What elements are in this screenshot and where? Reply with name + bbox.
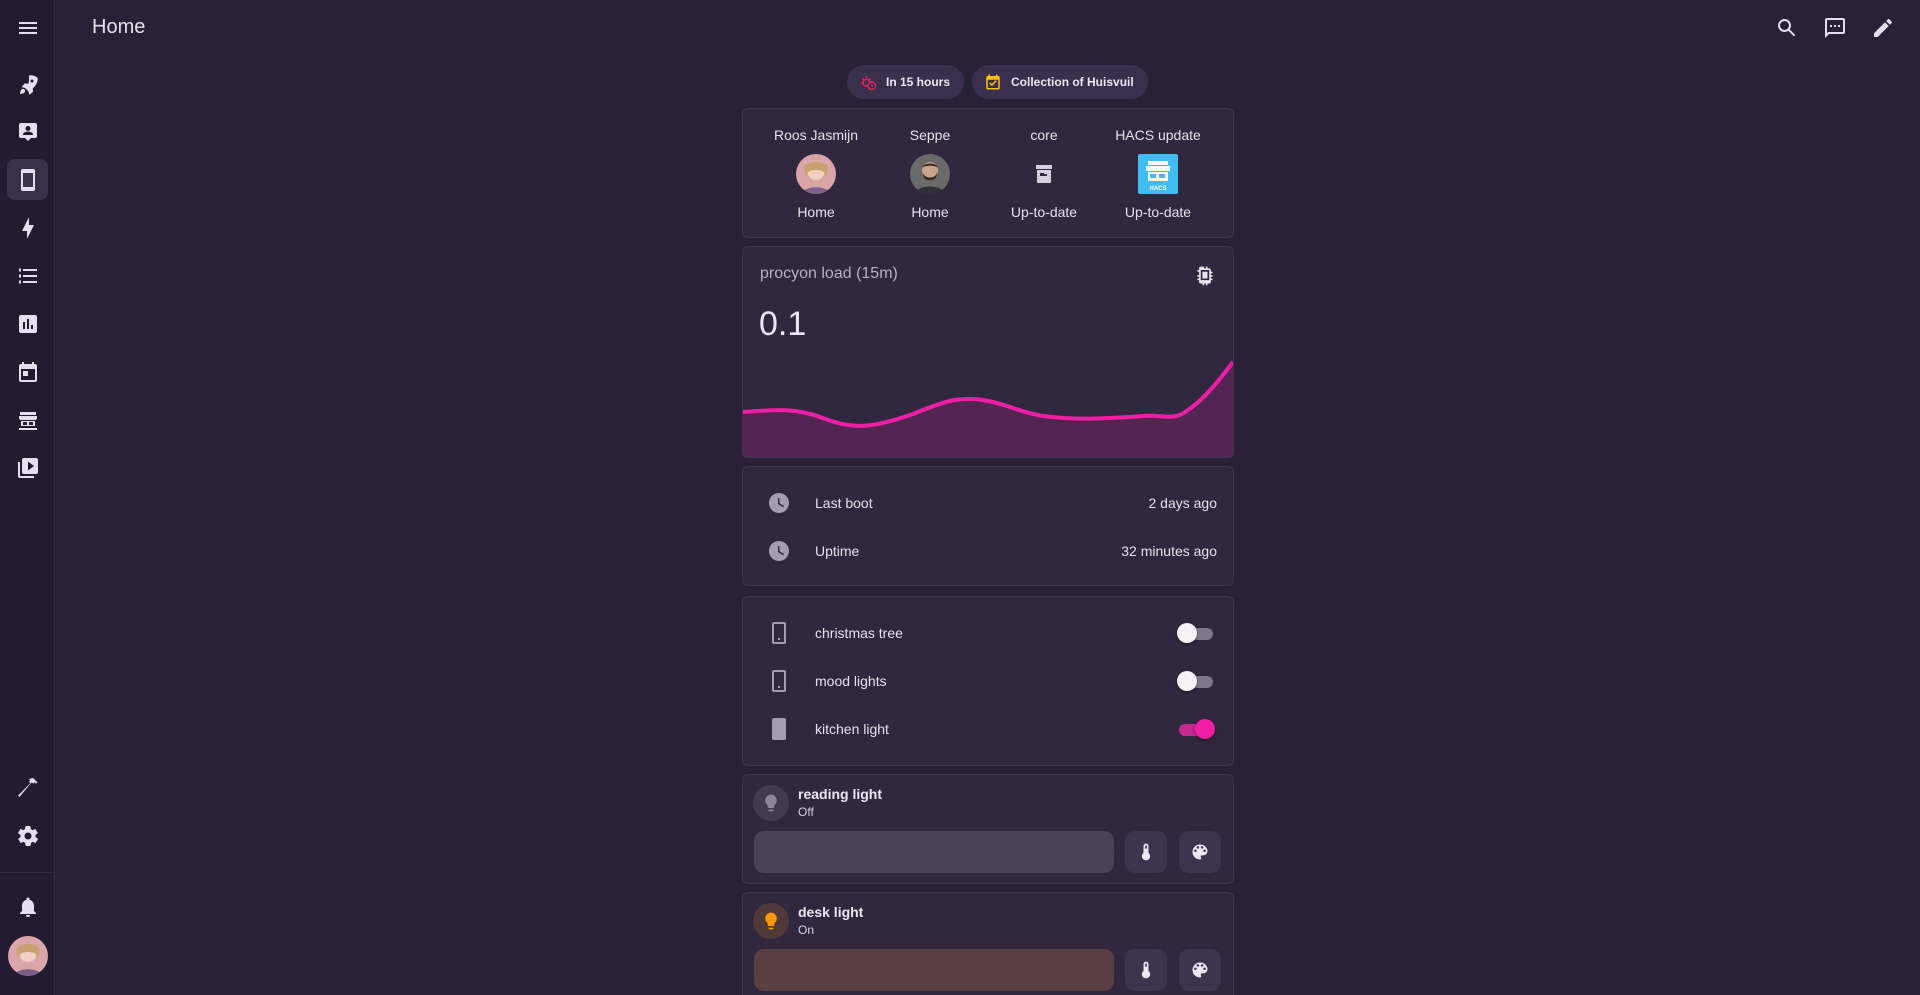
glance-name: core xyxy=(1030,127,1058,143)
thermometer-icon[interactable] xyxy=(1125,949,1167,991)
hammer-icon[interactable] xyxy=(7,767,48,808)
tile-desk-light[interactable]: desk light On xyxy=(742,892,1234,995)
page-title: Home xyxy=(92,16,146,38)
package-icon xyxy=(1036,165,1052,183)
cpu-chip-icon xyxy=(1197,266,1213,286)
row-uptime[interactable]: Uptime 32 minutes ago xyxy=(743,527,1233,575)
tile-reading-light[interactable]: reading light Off xyxy=(742,774,1234,884)
chips-row: In 15 hours Collection of Huisvuil xyxy=(847,65,1148,99)
glance-state: Home xyxy=(911,204,949,220)
tile-name: desk light xyxy=(798,904,864,920)
switches-card: christmas tree mood lights kitchen light xyxy=(742,596,1234,766)
person-avatar xyxy=(796,154,836,194)
row-mood-lights[interactable]: mood lights xyxy=(743,657,1233,705)
tile-state: On xyxy=(798,923,815,937)
sensor-graph xyxy=(743,360,1233,457)
glance-item-seppe[interactable]: Seppe Home xyxy=(873,109,987,239)
lightning-icon[interactable] xyxy=(7,207,48,248)
toggle-switch[interactable] xyxy=(1177,671,1213,691)
light-switch-icon xyxy=(767,717,791,741)
row-last-boot[interactable]: Last boot 2 days ago xyxy=(743,479,1233,527)
tile-name: reading light xyxy=(798,786,882,802)
glance-name: HACS update xyxy=(1115,127,1201,143)
glance-item-hacs[interactable]: HACS update HACS Up-to-date xyxy=(1101,109,1215,239)
glance-state: Up-to-date xyxy=(1010,204,1078,220)
thermometer-icon[interactable] xyxy=(1125,831,1167,873)
menu-icon[interactable] xyxy=(7,7,48,48)
row-label: Uptime xyxy=(815,543,860,559)
palette-icon[interactable] xyxy=(1179,831,1221,873)
clock-icon xyxy=(767,491,791,515)
user-avatar[interactable] xyxy=(8,936,48,976)
clock-icon xyxy=(767,539,791,563)
hacs-icon[interactable] xyxy=(7,400,48,441)
row-label: mood lights xyxy=(815,673,887,689)
glance-item-core[interactable]: core Up-to-date xyxy=(987,109,1101,239)
glance-card: Roos Jasmijn Home Seppe Home core Up-to-… xyxy=(742,108,1234,238)
chip-sun[interactable]: In 15 hours xyxy=(847,65,965,99)
row-christmas-tree[interactable]: christmas tree xyxy=(743,609,1233,657)
row-kitchen-light[interactable]: kitchen light xyxy=(743,705,1233,753)
media-icon[interactable] xyxy=(7,447,48,488)
glance-item-roos[interactable]: Roos Jasmijn Home xyxy=(759,109,873,239)
hacs-logo: HACS xyxy=(1138,154,1178,194)
rocket-icon[interactable] xyxy=(7,64,48,105)
palette-icon[interactable] xyxy=(1179,949,1221,991)
row-value: 32 minutes ago xyxy=(1121,543,1217,559)
chip-calendar-label: Collection of Huisvuil xyxy=(1011,75,1134,89)
row-label: Last boot xyxy=(815,495,873,511)
sensor-name: procyon load (15m) xyxy=(760,265,898,282)
search-icon[interactable] xyxy=(1767,8,1807,48)
pencil-icon[interactable] xyxy=(1863,8,1903,48)
svg-text:HACS: HACS xyxy=(1149,186,1166,192)
account-box-icon[interactable] xyxy=(7,111,48,152)
list-icon[interactable] xyxy=(7,255,48,296)
glance-name: Seppe xyxy=(909,127,951,143)
sun-clock-icon xyxy=(861,76,877,91)
lightbulb-icon[interactable] xyxy=(753,903,789,939)
calendar-icon[interactable] xyxy=(7,351,48,392)
light-switch-icon xyxy=(767,621,791,645)
sensor-value: 0.1 xyxy=(759,305,807,343)
lightbulb-icon[interactable] xyxy=(753,785,789,821)
sensor-card[interactable]: procyon load (15m) 0.1 xyxy=(742,246,1234,458)
tablet-icon[interactable] xyxy=(7,159,48,200)
brightness-slider[interactable] xyxy=(754,949,1114,991)
toggle-switch[interactable] xyxy=(1177,623,1213,643)
bell-icon[interactable] xyxy=(7,886,48,927)
gear-icon[interactable] xyxy=(7,815,48,856)
chip-sun-label: In 15 hours xyxy=(886,75,951,89)
tile-state: Off xyxy=(798,805,814,819)
chip-calendar[interactable]: Collection of Huisvuil xyxy=(972,65,1148,99)
calendar-check-icon xyxy=(986,74,1000,90)
brightness-slider[interactable] xyxy=(754,831,1114,873)
glance-state: Home xyxy=(797,204,835,220)
row-label: christmas tree xyxy=(815,625,903,641)
glance-name: Roos Jasmijn xyxy=(773,127,859,143)
light-switch-icon xyxy=(767,669,791,693)
assist-icon[interactable] xyxy=(1815,8,1855,48)
row-value: 2 days ago xyxy=(1148,495,1218,511)
sidebar xyxy=(0,0,55,995)
chart-bar-icon[interactable] xyxy=(7,303,48,344)
system-card: Last boot 2 days ago Uptime 32 minutes a… xyxy=(742,466,1234,586)
person-avatar xyxy=(910,154,950,194)
row-label: kitchen light xyxy=(815,721,889,737)
sidebar-divider xyxy=(0,872,55,873)
toggle-switch[interactable] xyxy=(1177,719,1215,739)
glance-state: Up-to-date xyxy=(1124,204,1192,220)
app-root: Home In 15 hours Collection of Huisvuil xyxy=(0,0,1920,995)
